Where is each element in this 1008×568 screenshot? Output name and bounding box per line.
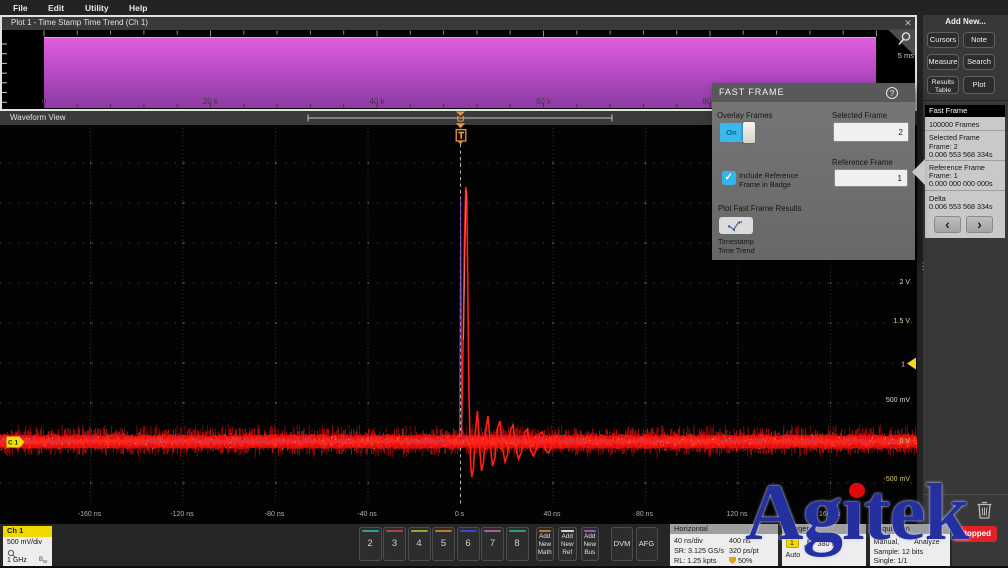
svg-text:C 1: C 1 bbox=[8, 440, 19, 447]
svg-text:1: 1 bbox=[901, 362, 905, 369]
